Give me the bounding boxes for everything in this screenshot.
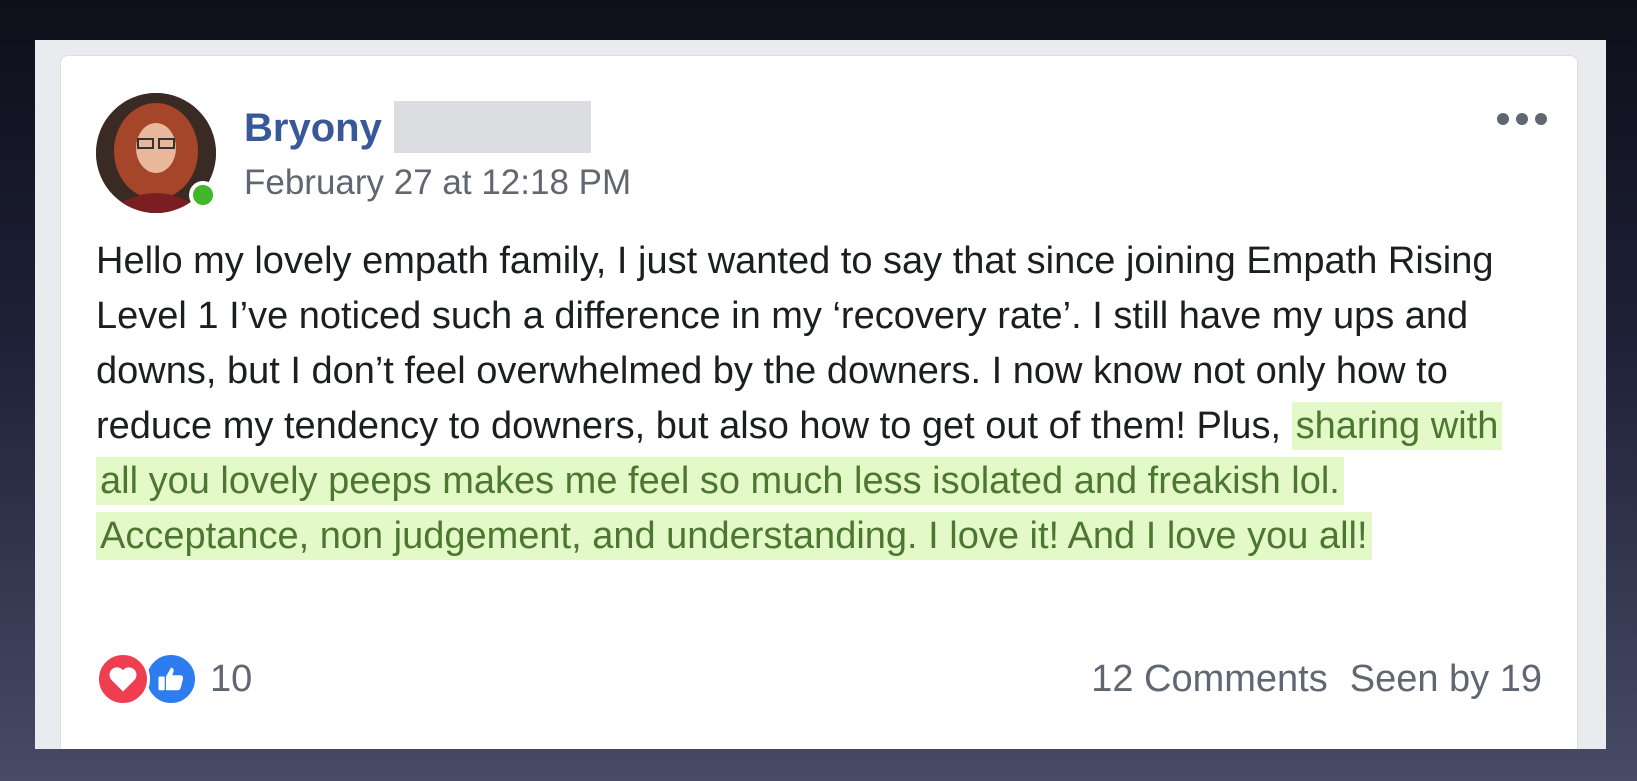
author-name-link[interactable]: Bryony [244, 104, 382, 152]
screenshot-frame: Bryony February 27 at 12:18 PM Hello my … [35, 40, 1606, 749]
more-icon [1535, 113, 1547, 125]
post-text: Hello my lovely empath family, I just wa… [96, 234, 1516, 564]
more-icon [1516, 113, 1528, 125]
seen-by-link[interactable]: Seen by 19 [1350, 656, 1542, 702]
love-icon [96, 652, 150, 706]
post-text-plain: Hello my lovely empath family, I just wa… [96, 240, 1494, 447]
reactions-summary[interactable]: 10 [96, 651, 252, 707]
post-card: Bryony February 27 at 12:18 PM Hello my … [60, 55, 1578, 749]
more-icon [1497, 113, 1509, 125]
redacted-surname [394, 101, 591, 153]
comments-link[interactable]: 12 Comments [1091, 656, 1328, 702]
reaction-count: 10 [210, 657, 253, 700]
post-stats: 12 Comments Seen by 19 [1091, 656, 1542, 702]
post-timestamp[interactable]: February 27 at 12:18 PM [244, 161, 631, 205]
more-options-button[interactable] [1497, 102, 1553, 132]
online-status-dot [189, 181, 217, 209]
like-icon [144, 652, 198, 706]
